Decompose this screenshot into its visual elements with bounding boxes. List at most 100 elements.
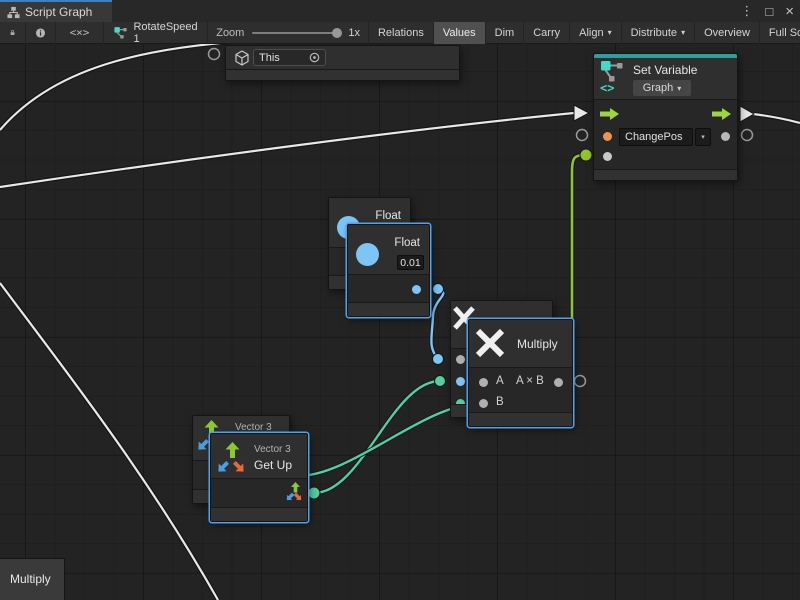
- vector3-type-label: Vector 3: [254, 444, 291, 455]
- tab-script-graph[interactable]: Script Graph: [0, 0, 112, 22]
- chevron-down-icon: ▾: [681, 28, 685, 37]
- port-indicator-setvar-name[interactable]: [577, 130, 588, 141]
- multiply-front-footer: [469, 412, 572, 426]
- graph-variable-icon: [114, 26, 127, 40]
- object-picker-icon[interactable]: [309, 52, 320, 63]
- window-controls: ⋮ □ ×: [740, 0, 794, 22]
- vector3-downleft-arrow-icon: [196, 438, 210, 452]
- variable-name-value: ChangePos: [625, 131, 683, 143]
- multiply-port-b[interactable]: [479, 399, 488, 408]
- control-output-arrow-icon[interactable]: [711, 107, 733, 121]
- zoom-control: Zoom 1x: [208, 22, 369, 44]
- close-icon[interactable]: ×: [785, 3, 794, 20]
- graph-canvas[interactable]: This <> Set Variable Graph ▾: [0, 44, 800, 600]
- wire-out-of-set-variable[interactable]: [740, 106, 800, 123]
- toolbar-button-distribute[interactable]: Distribute ▾: [622, 22, 695, 44]
- set-variable-footer: [594, 169, 737, 180]
- script-graph-window: Script Graph ⋮ □ ×: [0, 0, 800, 600]
- float-value: 0.01: [400, 257, 420, 269]
- toolbar-button-dim[interactable]: Dim: [486, 22, 525, 44]
- toolbar-button-overview[interactable]: Overview: [695, 22, 760, 44]
- float-output-port[interactable]: [412, 285, 421, 294]
- toolbar-button-values[interactable]: Values: [434, 22, 486, 44]
- toolbar-button-align[interactable]: Align ▾: [570, 22, 621, 44]
- script-graph-icon: [7, 6, 20, 19]
- port-indicator-setvar-out[interactable]: [742, 130, 753, 141]
- graph-toolbar: <×> RotateSpeed 1 Zoom 1x Relations Valu…: [0, 22, 800, 44]
- vector3-front-footer: [211, 507, 307, 521]
- multiply-port-a[interactable]: [479, 378, 488, 387]
- this-node[interactable]: This: [225, 45, 460, 81]
- multiply-partial-title: Multiply: [10, 572, 51, 586]
- this-object-field[interactable]: This: [253, 49, 326, 66]
- multiply-node-front[interactable]: Multiply A A × B B: [468, 319, 573, 427]
- variable-value-port[interactable]: [603, 152, 612, 161]
- vector3-up-arrow-icon: [225, 442, 240, 458]
- toolbar-button-carry[interactable]: Carry: [524, 22, 570, 44]
- toolbar-left-group: <×>: [0, 22, 104, 44]
- zoom-value: 1x: [348, 27, 360, 39]
- float-value-field[interactable]: 0.01: [397, 255, 424, 270]
- set-variable-icon: <>: [600, 60, 626, 94]
- variable-name-port[interactable]: [603, 132, 612, 141]
- zoom-label: Zoom: [216, 27, 244, 39]
- svg-text:<>: <>: [600, 81, 614, 94]
- multiply-title: Multiply: [517, 337, 558, 351]
- multiply-label-out: A × B: [516, 375, 544, 387]
- wire-into-set-variable[interactable]: [0, 105, 589, 187]
- variable-name-caret-button[interactable]: ▾: [695, 128, 711, 146]
- distribute-label: Distribute: [631, 27, 677, 39]
- chevron-down-icon: ▾: [608, 28, 612, 37]
- float-front-footer: [348, 302, 429, 316]
- wire-multiply-to-set-variable[interactable]: [572, 149, 592, 320]
- tab-bar: Script Graph ⋮ □ ×: [0, 0, 800, 22]
- multiply-back-port-b[interactable]: [456, 377, 465, 386]
- variable-name-dropdown[interactable]: ChangePos: [619, 128, 693, 146]
- set-variable-node[interactable]: <> Set Variable Graph ▾ ChangePos ▾: [593, 53, 738, 181]
- multiply-x-icon: [474, 327, 506, 359]
- variable-output-port[interactable]: [721, 132, 730, 141]
- multiply-label-b: B: [496, 396, 504, 408]
- this-node-footer: [226, 69, 459, 80]
- zoom-slider-handle[interactable]: [332, 28, 342, 38]
- maximize-icon[interactable]: □: [765, 4, 773, 19]
- this-field-value: This: [259, 52, 280, 64]
- multiply-partial-node[interactable]: Multiply: [0, 558, 65, 600]
- multiply-output-port[interactable]: [554, 378, 563, 387]
- gameobject-cube-icon: [234, 50, 250, 66]
- code-view-icon: <×>: [70, 26, 90, 39]
- port-indicator-multiply-out[interactable]: [575, 376, 586, 387]
- toolbar-button-fullscreen[interactable]: Full Screen: [760, 22, 800, 44]
- chevron-down-icon: ▾: [677, 84, 681, 93]
- wire-getup-to-multiply[interactable]: [308, 376, 446, 500]
- vector3-output-glyph-icon[interactable]: [285, 482, 303, 503]
- tab-title: Script Graph: [25, 5, 92, 19]
- variable-kind-dropdown[interactable]: Graph ▾: [633, 80, 691, 96]
- align-label: Align: [579, 27, 603, 39]
- control-input-arrow-icon[interactable]: [599, 107, 621, 121]
- lock-button[interactable]: [0, 22, 26, 44]
- vector3-back-type: Vector 3: [235, 422, 272, 433]
- info-icon: [35, 26, 46, 40]
- wire-top-left[interactable]: [0, 44, 252, 130]
- vector3-node-front[interactable]: Vector 3 Get Up: [210, 433, 308, 522]
- getup-title: Get Up: [254, 458, 292, 472]
- vector3-downright-arrow-icon: [232, 460, 246, 474]
- info-button[interactable]: [26, 22, 56, 44]
- set-variable-title: Set Variable: [633, 63, 697, 77]
- float-back-title: Float: [375, 210, 401, 222]
- float-type-icon: [356, 243, 379, 266]
- graph-reference-group[interactable]: RotateSpeed 1: [104, 22, 208, 44]
- chevron-down-icon: ▾: [701, 133, 705, 141]
- port-indicator-this[interactable]: [209, 49, 220, 60]
- zoom-slider[interactable]: [252, 32, 340, 34]
- code-view-button[interactable]: <×>: [56, 22, 104, 44]
- wire-float-to-multiply[interactable]: [431, 284, 443, 365]
- vector3-downleft-arrow-icon: [216, 460, 230, 474]
- kebab-menu-icon[interactable]: ⋮: [740, 3, 753, 19]
- multiply-label-a: A: [496, 375, 504, 387]
- multiply-back-port-a[interactable]: [456, 355, 465, 364]
- toolbar-button-relations[interactable]: Relations: [369, 22, 434, 44]
- float-node-front[interactable]: Float 0.01: [347, 224, 430, 317]
- wire-bottom-left[interactable]: [0, 283, 218, 600]
